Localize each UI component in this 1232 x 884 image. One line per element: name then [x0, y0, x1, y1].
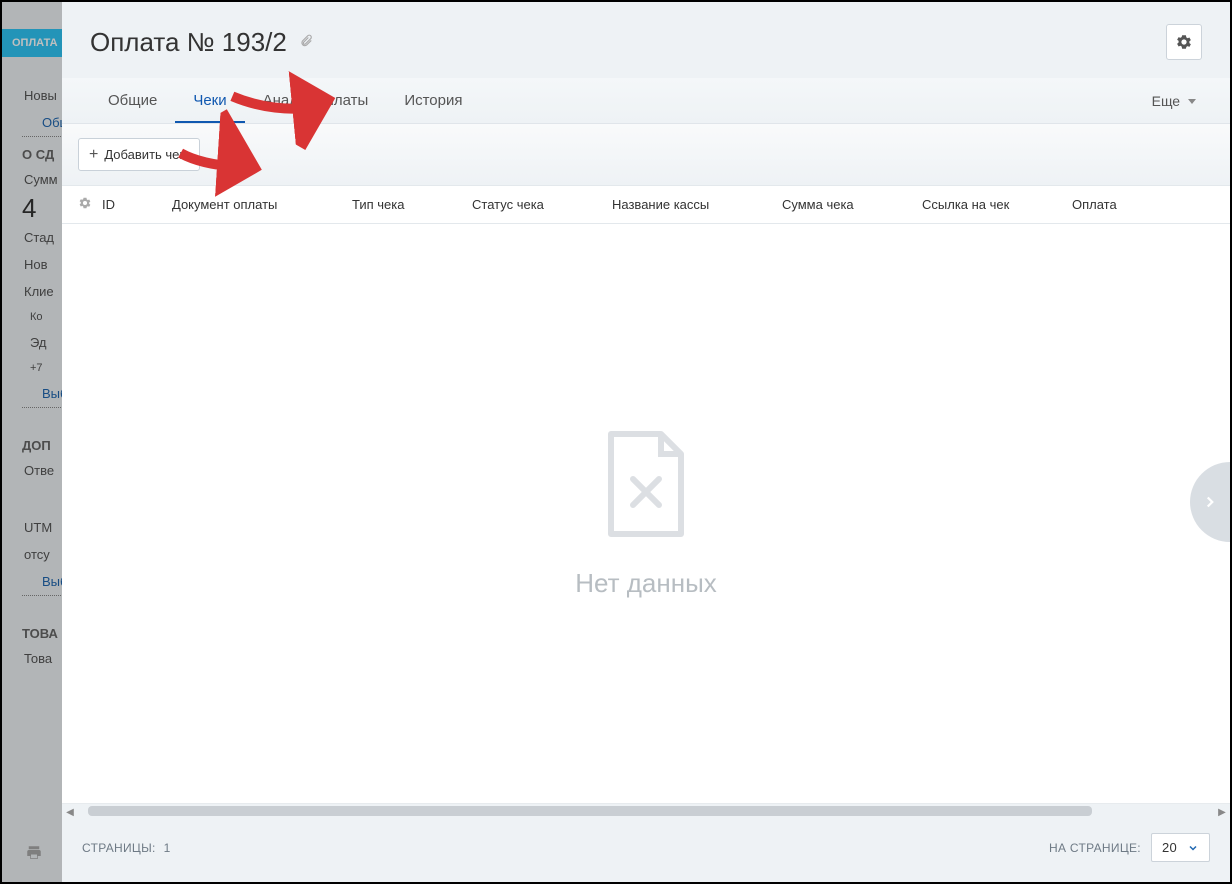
- per-page-label: НА СТРАНИЦЕ:: [1049, 841, 1141, 855]
- tabs-more-label: Еще: [1152, 93, 1181, 109]
- pagination-footer: СТРАНИЦЫ: 1 НА СТРАНИЦЕ: 20: [62, 819, 1230, 882]
- add-check-label: Добавить чек: [104, 147, 185, 162]
- per-page-value: 20: [1162, 840, 1177, 855]
- empty-state: Нет данных: [62, 224, 1230, 803]
- attachment-icon[interactable]: [299, 34, 313, 51]
- col-id[interactable]: ID: [102, 197, 172, 212]
- header: Оплата № 193/2: [62, 2, 1230, 78]
- empty-text: Нет данных: [575, 568, 717, 599]
- col-type[interactable]: Тип чека: [352, 197, 472, 212]
- col-link[interactable]: Ссылка на чек: [922, 197, 1072, 212]
- no-data-icon: [601, 429, 691, 544]
- page-title: Оплата № 193/2: [90, 27, 287, 58]
- scroll-right-icon[interactable]: ▶: [1214, 804, 1230, 820]
- chevron-down-icon: [1188, 99, 1196, 104]
- column-settings-icon[interactable]: [78, 196, 92, 213]
- per-page-select[interactable]: 20: [1151, 833, 1210, 862]
- col-document[interactable]: Документ оплаты: [172, 197, 352, 212]
- chevron-down-icon: [1187, 842, 1199, 854]
- tabs: Общие Чеки Анализ оплаты История Еще: [62, 78, 1230, 124]
- horizontal-scrollbar[interactable]: ◀ ▶: [62, 803, 1230, 819]
- tab-history[interactable]: История: [386, 78, 480, 123]
- chevron-right-icon: [1201, 493, 1219, 511]
- col-status[interactable]: Статус чека: [472, 197, 612, 212]
- tab-general[interactable]: Общие: [90, 78, 175, 123]
- tab-checks[interactable]: Чеки: [175, 78, 244, 123]
- tabs-more-button[interactable]: Еще: [1146, 79, 1202, 123]
- main-panel: Оплата № 193/2 Общие Чеки Анализ оплаты …: [62, 2, 1230, 882]
- col-cash-register[interactable]: Название кассы: [612, 197, 782, 212]
- scroll-thumb[interactable]: [88, 806, 1092, 816]
- plus-icon: +: [89, 148, 98, 162]
- toolbar: + Добавить чек: [62, 124, 1230, 185]
- tab-analysis[interactable]: Анализ оплаты: [245, 78, 387, 123]
- col-sum[interactable]: Сумма чека: [782, 197, 922, 212]
- col-payment[interactable]: Оплата: [1072, 197, 1214, 212]
- add-check-button[interactable]: + Добавить чек: [78, 138, 200, 171]
- settings-button[interactable]: [1166, 24, 1202, 60]
- scroll-left-icon[interactable]: ◀: [62, 804, 78, 820]
- current-page: 1: [164, 841, 171, 855]
- pages-label: СТРАНИЦЫ:: [82, 841, 156, 855]
- table-header: ID Документ оплаты Тип чека Статус чека …: [62, 185, 1230, 224]
